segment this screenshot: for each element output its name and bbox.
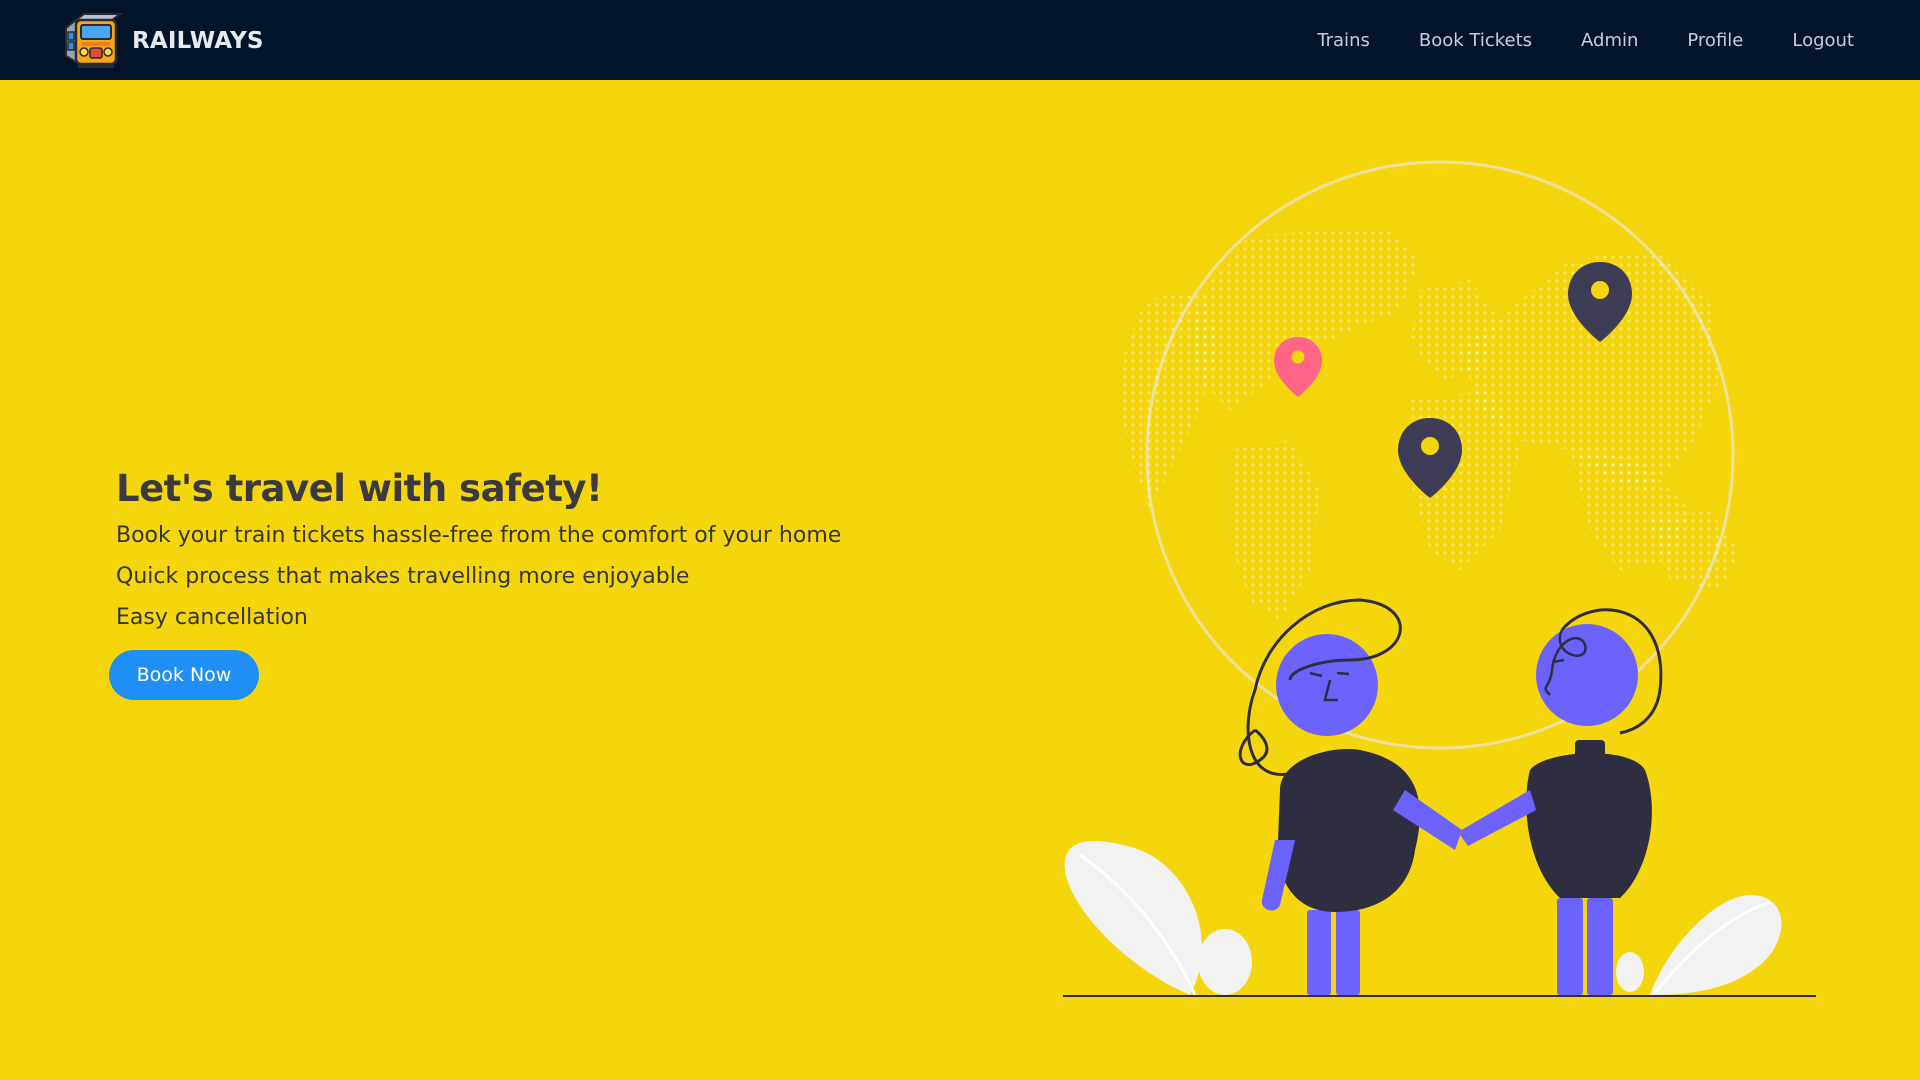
right-plant-graphic [1616,895,1782,995]
nav-links: Trains Book Tickets Admin Profile Logout [1268,0,1854,80]
hero-title: Let's travel with safety! [116,467,603,510]
left-plant-graphic [1064,841,1252,996]
nav-book-tickets[interactable]: Book Tickets [1419,30,1532,51]
navbar: RAILWAYS Trains Book Tickets Admin Profi… [0,0,1920,80]
nav-logout[interactable]: Logout [1792,30,1854,51]
hero-section: Let's travel with safety! Book your trai… [116,463,916,638]
nav-trains[interactable]: Trains [1317,30,1370,51]
book-now-button[interactable]: Book Now [109,650,259,700]
person-right-graphic [1458,608,1663,995]
nav-admin[interactable]: Admin [1581,30,1638,51]
hero-line-process: Quick process that makes travelling more… [116,564,690,589]
hero-line-cancellation: Easy cancellation [116,605,308,630]
hero-line-booking: Book your train tickets hassle-free from… [116,523,842,548]
travel-illustration [1063,160,1816,997]
brand-name: RAILWAYS [132,28,264,54]
train-logo-icon [65,13,123,68]
person-left-graphic [1238,598,1462,995]
brand-link[interactable]: RAILWAYS [62,10,264,72]
nav-profile[interactable]: Profile [1687,30,1743,51]
map-pin-accent-icon [1274,337,1322,397]
